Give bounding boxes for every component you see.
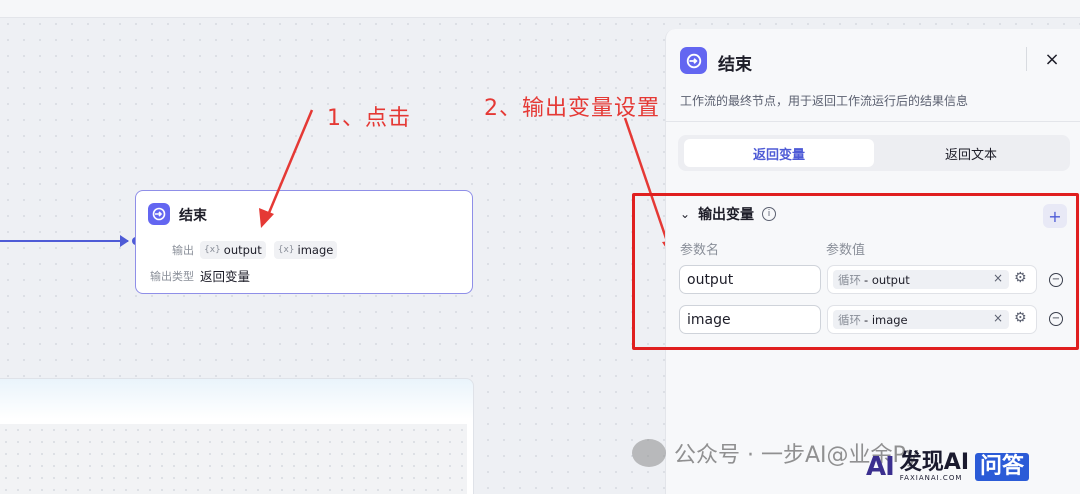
annotation-arrowhead-1 [259,208,274,228]
return-mode-tabs: 返回变量 返回文本 [678,135,1070,171]
brand-url: FAXIANAI.COM [899,474,963,482]
brand-tag: 问答 [975,452,1030,482]
brand-logo-mark: AI [866,452,895,482]
panel-description: 工作流的最终节点，用于返回工作流运行后的结果信息 [680,94,969,108]
highlight-box [632,193,1079,350]
wechat-icon [632,439,666,467]
close-icon[interactable]: × [1042,49,1062,70]
panel-title: 结束 [718,55,752,75]
tab-return-text[interactable]: 返回文本 [876,139,1066,167]
tab-return-variable[interactable]: 返回变量 [684,139,874,167]
brand-logo: AI 发现AI FAXIANAI.COM 问答 [866,450,1030,482]
brand-name: 发现AI [899,450,970,475]
header-divider [1026,47,1027,71]
annotation-arrow-1 [264,109,314,221]
panel-divider [666,121,1080,122]
end-node-icon [680,47,707,74]
